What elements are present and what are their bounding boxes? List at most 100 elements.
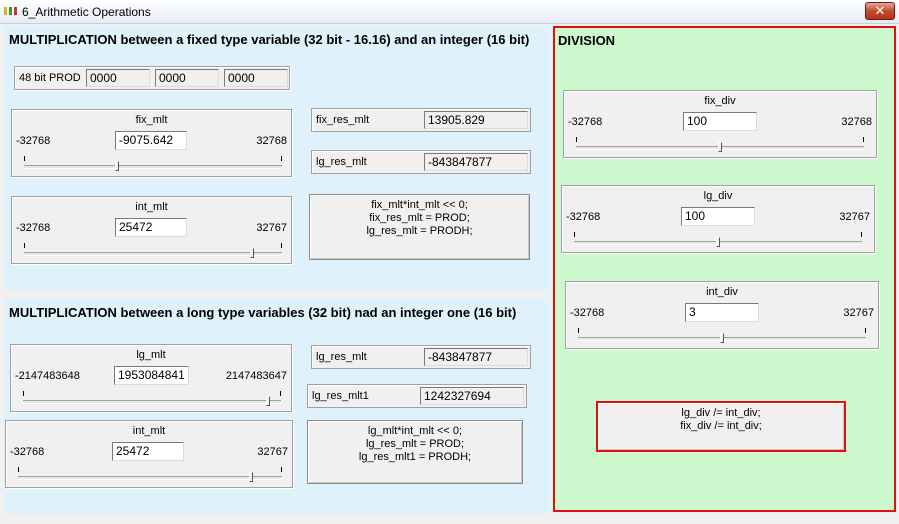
slider-tick-max — [281, 243, 282, 248]
mlt-long-heading: MULTIPLICATION between a long type varia… — [9, 305, 517, 320]
int-div-slider[interactable] — [578, 328, 866, 344]
slider-thumb[interactable] — [249, 472, 253, 482]
int-mlt-group: int_mlt -32768 32767 25472 — [11, 196, 292, 264]
slider-tick-min — [18, 467, 19, 472]
slider-thumb[interactable] — [266, 396, 270, 406]
prod-field-middle: 0000 — [155, 69, 219, 87]
fix-mlt-slider[interactable] — [24, 156, 282, 172]
long-int-mlt-input[interactable]: 25472 — [112, 442, 184, 461]
close-button[interactable]: ✕ — [865, 2, 895, 20]
slider-thumb[interactable] — [716, 237, 720, 247]
code-line-2: fix_div /= int_div; — [680, 420, 762, 432]
division-panel: DIVISION fix_div -32768 32768 100 lg_div… — [553, 26, 896, 512]
lg-div-min: -32768 — [566, 211, 601, 223]
fix-res-mlt-value: 13905.829 — [424, 111, 528, 129]
int-mlt-input[interactable]: 25472 — [115, 218, 187, 237]
mlt-fixed-heading: MULTIPLICATION between a fixed type vari… — [9, 32, 530, 47]
slider-tick-max — [281, 467, 282, 472]
int-div-min: -32768 — [570, 307, 605, 319]
lg-res-mlt1-value: 1242327694 — [420, 387, 524, 405]
lg-div-input[interactable]: 100 — [681, 207, 755, 226]
slider-thumb[interactable] — [718, 142, 722, 152]
fix-mlt-group: fix_mlt -32768 32768 -9075.642 — [11, 109, 292, 177]
int-div-group: int_div -32768 32767 3 — [565, 281, 879, 349]
long-lg-res-mlt-label: lg_res_mlt — [316, 351, 367, 363]
window-title: 6_Arithmetic Operations — [22, 5, 151, 19]
slider-tick-min — [576, 137, 577, 142]
prod-group: 48 bit PROD 0000 0000 0000 — [14, 66, 290, 90]
fix-mlt-code-button[interactable]: fix_mlt*int_mlt << 0; fix_res_mlt = PROD… — [309, 194, 530, 260]
lg-div-group: lg_div -32768 32767 100 — [561, 185, 875, 253]
int-mlt-min: -32768 — [16, 222, 51, 234]
division-heading: DIVISION — [558, 33, 616, 48]
prod-label: 48 bit PROD — [19, 72, 81, 84]
slider-tick-max — [280, 391, 281, 396]
title-bar[interactable]: 6_Arithmetic Operations ✕ — [0, 0, 899, 24]
fix-mlt-label: fix_mlt — [135, 114, 168, 126]
fix-mlt-input[interactable]: -9075.642 — [115, 131, 187, 150]
long-int-mlt-slider[interactable] — [18, 467, 282, 483]
code-line-2: lg_res_mlt = PROD; — [365, 438, 465, 450]
prod-field-lower: 0000 — [224, 69, 288, 87]
prod-field-upper: 0000 — [86, 69, 150, 87]
slider-thumb[interactable] — [720, 333, 724, 343]
long-int-mlt-max: 32767 — [257, 446, 288, 458]
fix-div-max: 32768 — [841, 116, 872, 128]
lg-div-max: 32767 — [839, 211, 870, 223]
int-div-input[interactable]: 3 — [685, 303, 759, 322]
int-div-max: 32767 — [843, 307, 874, 319]
slider-thumb[interactable] — [115, 161, 119, 171]
lg-mlt-label: lg_mlt — [136, 349, 166, 361]
fix-div-group: fix_div -32768 32768 100 — [563, 90, 877, 158]
lg-mlt-min: -2147483648 — [15, 370, 80, 382]
int-mlt-label: int_mlt — [135, 201, 168, 213]
slider-thumb[interactable] — [250, 248, 254, 258]
lg-res-mlt1-row: lg_res_mlt1 1242327694 — [307, 384, 527, 408]
fix-div-label: fix_div — [704, 95, 736, 107]
fix-mlt-max: 32768 — [256, 135, 287, 147]
int-div-label: int_div — [706, 286, 738, 298]
lg-res-mlt-value: -843847877 — [424, 153, 528, 171]
lg-mlt-max: 2147483647 — [225, 370, 287, 382]
slider-tick-max — [865, 328, 866, 333]
code-line-2: fix_res_mlt = PROD; — [369, 212, 470, 224]
fix-res-mlt-label: fix_res_mlt — [316, 114, 370, 126]
slider-tick-min — [24, 243, 25, 248]
slider-tick-min — [574, 232, 575, 237]
lg-mlt-group: lg_mlt -2147483648 2147483647 1953084841 — [10, 344, 292, 412]
slider-tick-max — [281, 156, 282, 161]
fix-res-mlt-row: fix_res_mlt 13905.829 — [311, 108, 531, 132]
lg-mlt-code-button[interactable]: lg_mlt*int_mlt << 0; lg_res_mlt = PROD; … — [307, 420, 523, 484]
lg-res-mlt-row: lg_res_mlt -843847877 — [311, 150, 531, 174]
slider-tick-min — [24, 156, 25, 161]
slider-tick-max — [863, 137, 864, 142]
slider-tick-max — [861, 232, 862, 237]
int-mlt-max: 32767 — [256, 222, 287, 234]
division-code-button[interactable]: lg_div /= int_div; fix_div /= int_div; — [596, 401, 846, 452]
lg-div-label: lg_div — [703, 190, 733, 202]
code-line-1: fix_mlt*int_mlt << 0; — [371, 199, 468, 211]
int-mlt-slider[interactable] — [24, 243, 282, 259]
code-line-3: lg_res_mlt = PRODH; — [366, 225, 473, 237]
lg-mlt-slider[interactable] — [23, 391, 281, 407]
slider-track — [24, 165, 282, 169]
slider-track — [23, 400, 281, 404]
fix-mlt-min: -32768 — [16, 135, 51, 147]
lg-mlt-input[interactable]: 1953084841 — [114, 366, 189, 385]
fix-div-input[interactable]: 100 — [683, 112, 757, 131]
fix-div-slider[interactable] — [576, 137, 864, 153]
long-lg-res-mlt-row: lg_res_mlt -843847877 — [311, 345, 531, 369]
long-int-mlt-min: -32768 — [10, 446, 45, 458]
lg-div-slider[interactable] — [574, 232, 862, 248]
code-line-3: lg_res_mlt1 = PRODH; — [358, 451, 472, 463]
long-lg-res-mlt-value: -843847877 — [424, 348, 528, 366]
slider-tick-min — [23, 391, 24, 396]
lg-res-mlt-label: lg_res_mlt — [316, 156, 367, 168]
slider-track — [18, 476, 282, 480]
long-int-mlt-group: int_mlt -32768 32767 25472 — [5, 420, 293, 488]
long-int-mlt-label: int_mlt — [132, 425, 166, 437]
slider-track — [24, 252, 282, 256]
code-line-1: lg_mlt*int_mlt << 0; — [367, 425, 463, 437]
slider-tick-min — [578, 328, 579, 333]
code-line-1: lg_div /= int_div; — [681, 407, 761, 419]
